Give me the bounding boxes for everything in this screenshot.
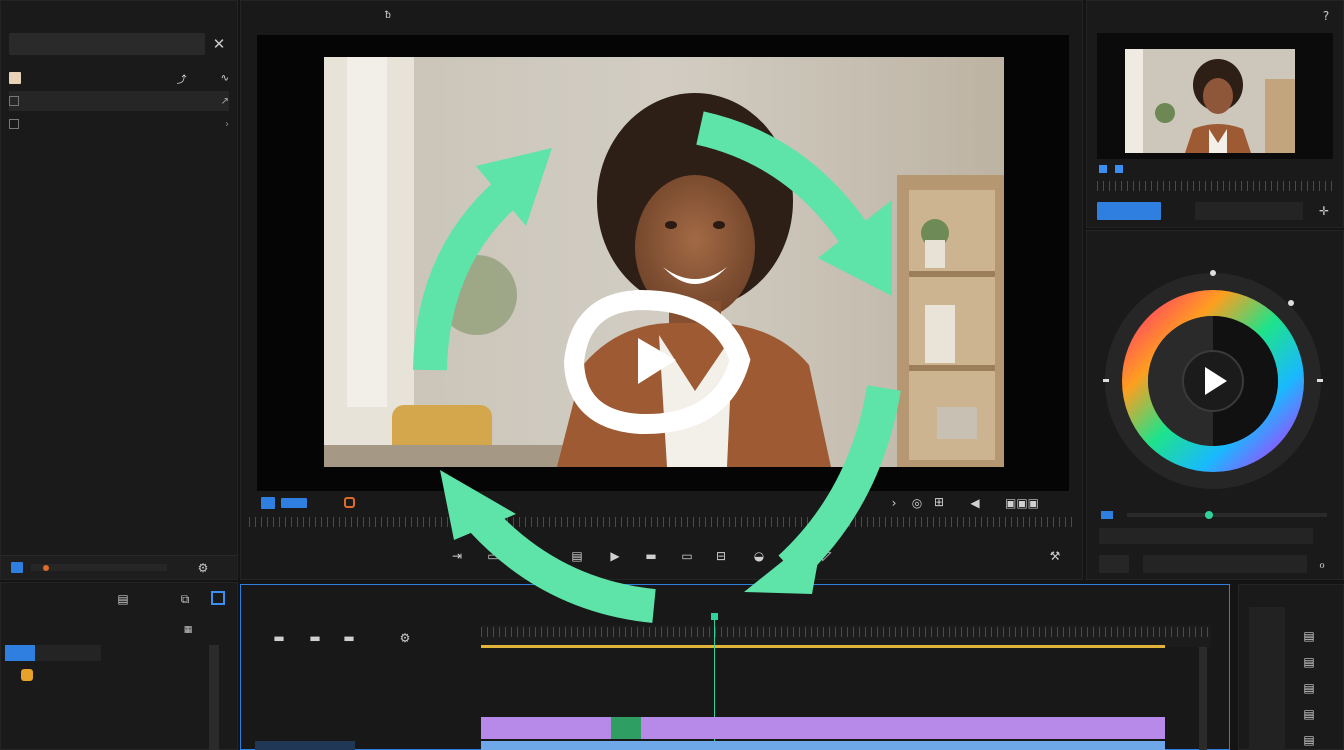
go-to-out-icon[interactable]: ▭ — [679, 549, 695, 563]
timeline-panel: ▬ ▬ ▬ ⚙ — [240, 584, 1230, 750]
pen-tool-icon[interactable]: ▤ — [1301, 733, 1317, 747]
edit-icon[interactable]: ↗ — [221, 96, 229, 107]
list-item[interactable]: ↗ — [9, 91, 229, 111]
audio-icon[interactable]: ◀ — [967, 496, 983, 510]
video-frame — [324, 35, 1069, 491]
project-scrollbar[interactable] — [209, 645, 219, 750]
mark-in-icon[interactable]: ⇥ — [449, 549, 465, 563]
settings-icon[interactable]: › — [886, 496, 902, 510]
add-marker-icon[interactable]: ▬ — [341, 631, 357, 645]
project-panel: ▤ ⧉ ▦ — [0, 582, 238, 750]
zoom-handle[interactable] — [43, 565, 49, 571]
list-toggle-icon[interactable]: ▦ — [181, 623, 195, 637]
work-area-bar[interactable] — [481, 645, 1165, 648]
go-to-in-icon[interactable]: ◠ — [531, 549, 547, 563]
media-browser-panel: ✕ ⤴ ∿ ↗ › ⚙ — [0, 0, 238, 580]
orange-clip-icon — [21, 669, 33, 681]
hsl-field[interactable] — [1099, 528, 1313, 544]
saturation-handle[interactable] — [1205, 511, 1213, 519]
frame-select-icon[interactable] — [211, 591, 225, 605]
audio-clip[interactable] — [481, 741, 1165, 750]
lumetri-color-panel: ℴ — [1086, 230, 1344, 580]
settings-icon[interactable]: ⚙ — [397, 631, 413, 645]
video-clip[interactable] — [481, 717, 1165, 739]
sequence-icon[interactable]: ᵬ — [381, 8, 395, 22]
safe-margins-icon[interactable]: ◎ — [909, 496, 925, 510]
source-preview[interactable] — [1097, 33, 1333, 159]
export-frame-icon[interactable]: ⊞ — [931, 495, 947, 509]
monitor-scrubber[interactable] — [249, 517, 1073, 527]
link-icon[interactable]: ⤴ — [177, 71, 187, 86]
step-forward-icon[interactable]: ▬ — [643, 549, 659, 563]
ripple-tool-icon[interactable]: ▤ — [1301, 655, 1317, 669]
track-header-a1[interactable] — [291, 721, 391, 735]
reset-button[interactable] — [1099, 555, 1129, 573]
list-item[interactable]: › — [9, 114, 229, 134]
program-monitor-panel: ᵬ › ◎ ⊞ ◀ ▣▣▣ ⇥ ▭ ◠ ▤ ▶ ▬ ▭ ⊟ ◒ ◸ ⚒ — [240, 0, 1083, 580]
export-icon[interactable]: ◸ — [819, 549, 835, 563]
slip-tool-icon[interactable]: ▤ — [1301, 707, 1317, 721]
project-search[interactable] — [5, 645, 101, 661]
snap-icon[interactable]: ▬ — [271, 631, 287, 645]
play-stop-icon[interactable]: ▶ — [607, 549, 623, 563]
out-point-icon[interactable] — [1115, 165, 1123, 173]
timecode-marker[interactable] — [261, 497, 275, 509]
mark-out-icon[interactable]: ▭ — [485, 549, 501, 563]
insert-icon[interactable]: ⊟ — [713, 549, 729, 563]
tools-panel: ▤ ▤ ▤ ▤ ▤ — [1238, 584, 1344, 750]
color-wheel-icon[interactable] — [1095, 263, 1335, 503]
in-point-icon[interactable] — [1099, 165, 1107, 173]
button-editor-icon[interactable]: ▣▣▣ — [1005, 496, 1065, 510]
eyedropper-icon[interactable]: ℴ — [1313, 555, 1331, 573]
overwrite-icon[interactable]: ◒ — [751, 549, 767, 563]
chevron-icon[interactable]: › — [225, 119, 229, 130]
list-item[interactable]: ⤴ ∿ — [9, 68, 229, 88]
track-header-blue[interactable] — [255, 741, 355, 750]
wheel-slider-blue[interactable] — [1101, 511, 1113, 519]
razor-tool-icon[interactable]: ▤ — [1301, 681, 1317, 695]
insert-button[interactable] — [1097, 202, 1161, 220]
folder-icon — [9, 119, 19, 129]
help-icon[interactable]: ? — [1319, 9, 1333, 23]
bin-icon[interactable]: ▤ — [113, 591, 133, 607]
record-icon[interactable] — [344, 497, 355, 508]
new-item-icon[interactable]: ⧉ — [177, 591, 193, 607]
source-thumbnail — [1125, 49, 1295, 153]
move-icon[interactable]: ✛ — [1315, 202, 1333, 220]
linked-selection-icon[interactable]: ▬ — [307, 631, 323, 645]
source-scrubber[interactable] — [1097, 181, 1333, 191]
selection-tool-icon[interactable]: ▤ — [1301, 629, 1317, 643]
step-back-icon[interactable]: ▤ — [569, 549, 585, 563]
media-footer: ⚙ — [1, 555, 237, 579]
saturation-slider[interactable] — [1127, 513, 1327, 517]
zoom-level-indicator[interactable] — [281, 498, 307, 508]
tools-strip — [1249, 607, 1285, 750]
overwrite-button[interactable] — [1195, 202, 1303, 220]
time-ruler[interactable] — [481, 625, 1211, 648]
track-header-v1[interactable] — [291, 697, 391, 711]
search-box[interactable] — [9, 33, 205, 55]
file-thumb-icon — [9, 72, 21, 84]
wrench-icon[interactable]: ⚒ — [1047, 549, 1063, 563]
audio-clip-green[interactable] — [611, 717, 641, 739]
wave-icon[interactable]: ∿ — [221, 73, 229, 84]
folder-icon — [9, 96, 19, 106]
source-panel: ? ✛ — [1086, 0, 1344, 228]
playhead-handle[interactable] — [711, 613, 718, 620]
close-icon[interactable]: ✕ — [211, 35, 227, 53]
settings-icon[interactable]: ⚙ — [193, 560, 213, 576]
curve-field[interactable] — [1143, 555, 1307, 573]
timeline-scrollbar[interactable] — [1199, 647, 1207, 750]
list-view-icon[interactable] — [11, 562, 23, 573]
video-viewport[interactable] — [257, 35, 1069, 491]
zoom-slider[interactable] — [31, 564, 167, 571]
